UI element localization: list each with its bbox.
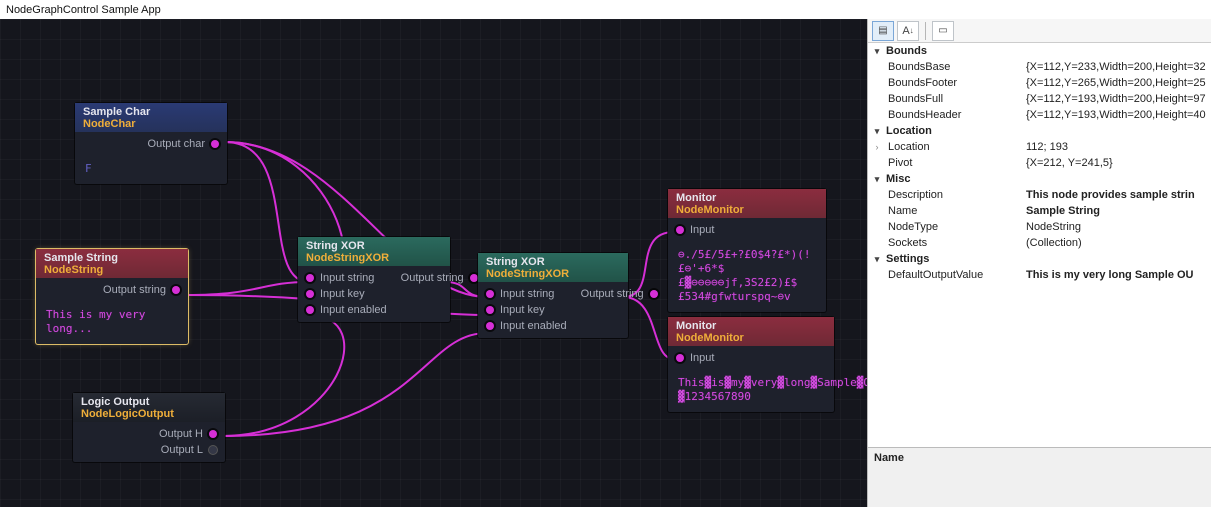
description-title: Name xyxy=(874,452,1205,464)
port-input-enabled[interactable]: Input enabled xyxy=(306,304,387,316)
node-title: Sample String xyxy=(44,252,118,264)
node-title: Monitor xyxy=(676,320,716,332)
port-input-key[interactable]: Input key xyxy=(486,304,567,316)
node-monitor-1[interactable]: Monitor NodeMonitor Input ⊖./5£/5£+?£0$4… xyxy=(668,189,826,312)
port-output-string[interactable]: Output string xyxy=(581,288,658,300)
categorized-icon[interactable]: ▤ xyxy=(872,21,894,41)
prop-bounds-footer[interactable]: BoundsFooter{X=112,Y=265,Width=200,Heigh… xyxy=(868,75,1211,91)
category-bounds[interactable]: Bounds xyxy=(868,43,1211,59)
node-title: String XOR xyxy=(306,240,365,252)
prop-bounds-full[interactable]: BoundsFull{X=112,Y=193,Width=200,Height=… xyxy=(868,91,1211,107)
property-toolbar: ▤ A↓ ▭ xyxy=(868,19,1211,43)
prop-nodetype[interactable]: NodeTypeNodeString xyxy=(868,219,1211,235)
port-input[interactable]: Input xyxy=(676,224,818,236)
node-graph-canvas[interactable]: Sample Char NodeChar Output char F Sampl… xyxy=(0,19,867,507)
node-subtitle: NodeString xyxy=(44,264,180,276)
port-output-string[interactable]: Output string xyxy=(103,284,180,296)
separator xyxy=(925,22,926,40)
port-output-l[interactable]: Output L xyxy=(161,444,217,456)
node-title: Sample Char xyxy=(83,106,150,118)
prop-defaultoutputvalue[interactable]: DefaultOutputValueThis is my very long S… xyxy=(868,267,1211,283)
category-location[interactable]: Location xyxy=(868,123,1211,139)
node-title: Monitor xyxy=(676,192,716,204)
port-output-char[interactable]: Output char xyxy=(148,138,219,150)
node-subtitle: NodeStringXOR xyxy=(306,252,442,264)
node-footer: F xyxy=(75,156,227,184)
node-footer: ⊖./5£/5£+?£0$4?£*)(!£⊖'+6*$£▓⊖⊖⊖⊖⊖jf,3S2… xyxy=(668,242,826,312)
port-input-string[interactable]: Input string xyxy=(486,288,567,300)
property-grid[interactable]: Bounds BoundsBase{X=112,Y=233,Width=200,… xyxy=(868,43,1211,447)
property-panel: ▤ A↓ ▭ Bounds BoundsBase{X=112,Y=233,Wid… xyxy=(867,19,1211,507)
node-footer: This is my very long... xyxy=(36,302,188,344)
node-sample-char[interactable]: Sample Char NodeChar Output char F xyxy=(75,103,227,184)
port-input-key[interactable]: Input key xyxy=(306,288,387,300)
node-header[interactable]: String XOR NodeStringXOR xyxy=(478,253,628,282)
node-subtitle: NodeChar xyxy=(83,118,219,130)
node-header[interactable]: Monitor NodeMonitor xyxy=(668,189,826,218)
prop-location[interactable]: Location112; 193 xyxy=(868,139,1211,155)
category-settings[interactable]: Settings xyxy=(868,251,1211,267)
category-misc[interactable]: Misc xyxy=(868,171,1211,187)
node-header[interactable]: Logic Output NodeLogicOutput xyxy=(73,393,225,422)
node-header[interactable]: String XOR NodeStringXOR xyxy=(298,237,450,266)
node-header[interactable]: Monitor NodeMonitor xyxy=(668,317,834,346)
node-subtitle: NodeLogicOutput xyxy=(81,408,217,420)
node-title: String XOR xyxy=(486,256,545,268)
node-header[interactable]: Sample String NodeString xyxy=(36,249,188,278)
prop-pivot[interactable]: Pivot{X=212, Y=241,5} xyxy=(868,155,1211,171)
prop-bounds-header[interactable]: BoundsHeader{X=112,Y=193,Width=200,Heigh… xyxy=(868,107,1211,123)
node-footer: This▓is▓my▓very▓long▓Sample▓OUTPUT,▓just… xyxy=(668,370,834,412)
node-string-xor-2[interactable]: String XOR NodeStringXOR Input string In… xyxy=(478,253,628,338)
port-output-string[interactable]: Output string xyxy=(401,272,478,284)
port-input[interactable]: Input xyxy=(676,352,826,364)
property-pages-icon[interactable]: ▭ xyxy=(932,21,954,41)
node-monitor-2[interactable]: Monitor NodeMonitor Input This▓is▓my▓ver… xyxy=(668,317,834,412)
node-title: Logic Output xyxy=(81,396,149,408)
alphabetical-icon[interactable]: A↓ xyxy=(897,21,919,41)
node-logic-output[interactable]: Logic Output NodeLogicOutput Output H Ou… xyxy=(73,393,225,462)
node-header[interactable]: Sample Char NodeChar xyxy=(75,103,227,132)
port-input-string[interactable]: Input string xyxy=(306,272,387,284)
node-subtitle: NodeMonitor xyxy=(676,204,818,216)
prop-name[interactable]: NameSample String xyxy=(868,203,1211,219)
port-output-h[interactable]: Output H xyxy=(159,428,217,440)
prop-description[interactable]: DescriptionThis node provides sample str… xyxy=(868,187,1211,203)
prop-sockets[interactable]: Sockets(Collection) xyxy=(868,235,1211,251)
window-title: NodeGraphControl Sample App xyxy=(0,0,1211,19)
node-sample-string[interactable]: Sample String NodeString Output string T… xyxy=(36,249,188,344)
node-subtitle: NodeMonitor xyxy=(676,332,826,344)
port-input-enabled[interactable]: Input enabled xyxy=(486,320,567,332)
property-description: Name xyxy=(868,447,1211,507)
prop-bounds-base[interactable]: BoundsBase{X=112,Y=233,Width=200,Height=… xyxy=(868,59,1211,75)
node-subtitle: NodeStringXOR xyxy=(486,268,620,280)
node-string-xor-1[interactable]: String XOR NodeStringXOR Input string In… xyxy=(298,237,450,322)
